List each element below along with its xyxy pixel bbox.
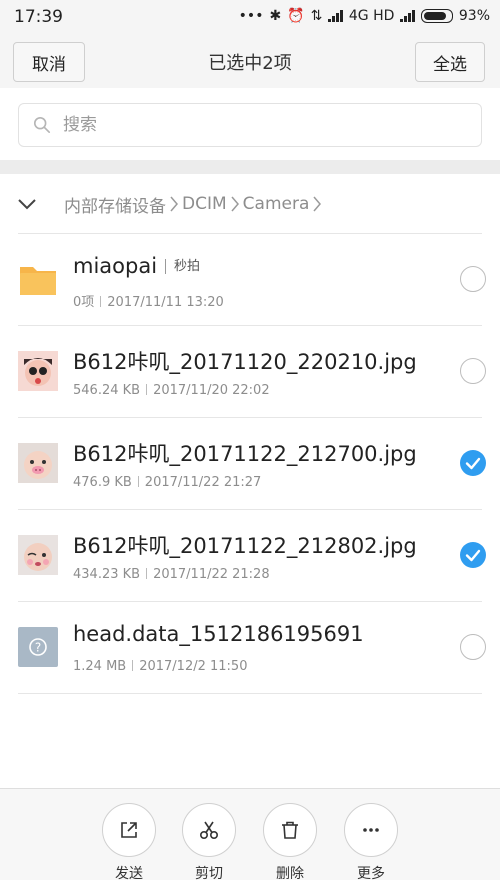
select-checkbox-checked[interactable] xyxy=(460,450,486,476)
list-item[interactable]: miaopai 秒拍 0项 2017/11/11 13:20 xyxy=(18,234,486,326)
chevron-right-icon xyxy=(313,196,322,212)
checkmark-icon xyxy=(465,549,481,562)
delete-action[interactable]: 删除 xyxy=(263,803,317,883)
breadcrumb-item-dcim[interactable]: DCIM xyxy=(182,194,227,214)
bottom-action-bar: 发送 剪切 删除 更多 xyxy=(0,788,500,883)
section-divider xyxy=(0,160,500,174)
status-time: 17:39 xyxy=(14,7,63,27)
more-action[interactable]: 更多 xyxy=(344,803,398,883)
folder-tag: 秒拍 xyxy=(165,259,201,274)
search-icon xyxy=(33,116,51,134)
status-indicators: ••• ✱ ⏰ ⇅ 4G HD 93% xyxy=(239,8,490,24)
network-type: 4G HD xyxy=(348,8,395,24)
file-name: B612咔叽_20171122_212802.jpg xyxy=(73,534,417,558)
file-size: 546.24 KB xyxy=(73,383,141,398)
file-size: 476.9 KB xyxy=(73,475,132,490)
select-checkbox[interactable] xyxy=(460,634,486,660)
file-meta: 0项 2017/11/11 13:20 xyxy=(73,291,224,310)
search-box[interactable] xyxy=(18,103,482,147)
file-date: 2017/11/22 21:28 xyxy=(153,567,270,582)
file-meta: 546.24 KB 2017/11/20 22:02 xyxy=(73,383,270,398)
chevron-down-icon[interactable] xyxy=(16,193,38,215)
image-thumbnail xyxy=(18,351,58,391)
data-transfer-icon: ⇅ xyxy=(310,8,323,24)
file-list: miaopai 秒拍 0项 2017/11/11 13:20 B612咔叽_2017… xyxy=(0,234,500,694)
file-name: B612咔叽_20171120_220210.jpg xyxy=(73,350,417,374)
file-size: 0项 xyxy=(73,295,95,310)
share-icon xyxy=(121,822,137,838)
more-icon xyxy=(363,828,379,832)
delete-label: 删除 xyxy=(276,866,304,882)
signal-icon xyxy=(328,10,343,22)
send-label: 发送 xyxy=(115,866,143,882)
search-area xyxy=(0,88,500,160)
search-input[interactable] xyxy=(61,114,445,136)
list-item[interactable]: B612咔叽_20171122_212802.jpg 434.23 KB 2017… xyxy=(18,510,486,602)
select-checkbox[interactable] xyxy=(460,266,486,292)
more-button[interactable] xyxy=(344,803,398,857)
send-action[interactable]: 发送 xyxy=(102,803,156,883)
cut-button[interactable] xyxy=(182,803,236,857)
chevron-right-icon xyxy=(231,196,239,212)
image-thumbnail xyxy=(18,535,58,575)
file-date: 2017/11/11 13:20 xyxy=(107,295,224,310)
breadcrumb: 内部存储设备 DCIM Camera xyxy=(0,174,500,234)
unknown-file-icon: ? xyxy=(18,627,58,667)
cut-label: 剪切 xyxy=(195,866,223,882)
battery-icon xyxy=(420,9,453,23)
chevron-right-icon xyxy=(170,196,178,212)
file-meta: 1.24 MB 2017/12/2 11:50 xyxy=(73,659,247,674)
breadcrumb-path: 内部存储设备 DCIM Camera xyxy=(64,192,325,217)
file-meta: 476.9 KB 2017/11/22 21:27 xyxy=(73,475,261,490)
select-checkbox-checked[interactable] xyxy=(460,542,486,568)
scissors-icon xyxy=(199,821,219,840)
select-all-button[interactable]: 全选 xyxy=(415,42,485,82)
file-name: B612咔叽_20171122_212700.jpg xyxy=(73,442,417,466)
delete-button[interactable] xyxy=(263,803,317,857)
send-button[interactable] xyxy=(102,803,156,857)
list-item[interactable]: B612咔叽_20171122_212700.jpg 476.9 KB 2017/… xyxy=(18,418,486,510)
file-meta: 434.23 KB 2017/11/22 21:28 xyxy=(73,567,270,582)
trash-icon xyxy=(282,821,298,839)
file-date: 2017/11/20 22:02 xyxy=(153,383,270,398)
select-checkbox[interactable] xyxy=(460,358,486,384)
bluetooth-icon: ✱ xyxy=(269,8,282,24)
signal-icon-2 xyxy=(400,10,415,22)
list-item[interactable]: ? head.data_1512186195691 1.24 MB 2017/12… xyxy=(18,602,486,694)
notification-dots-icon: ••• xyxy=(238,8,264,24)
file-name: head.data_1512186195691 xyxy=(73,622,364,646)
file-date: 2017/11/22 21:27 xyxy=(144,475,262,490)
checkmark-icon xyxy=(465,457,481,470)
alarm-icon: ⏰ xyxy=(287,8,305,24)
breadcrumb-item-camera[interactable]: Camera xyxy=(243,194,310,214)
folder-icon xyxy=(20,267,56,295)
image-thumbnail xyxy=(18,443,58,483)
more-label: 更多 xyxy=(357,866,385,882)
selection-header: 取消 已选中2项 全选 xyxy=(0,36,500,88)
svg-text:?: ? xyxy=(35,641,41,655)
cut-action[interactable]: 剪切 xyxy=(182,803,236,883)
file-date: 2017/12/2 11:50 xyxy=(139,659,248,674)
list-item[interactable]: B612咔叽_20171120_220210.jpg 546.24 KB 2017… xyxy=(18,326,486,418)
file-name: miaopai 秒拍 xyxy=(73,254,201,278)
battery-level: 93% xyxy=(458,8,490,24)
breadcrumb-item-storage[interactable]: 内部存储设备 xyxy=(64,192,166,217)
file-size: 1.24 MB xyxy=(73,659,127,674)
status-bar: 17:39 ••• ✱ ⏰ ⇅ 4G HD 93% xyxy=(0,0,500,36)
file-size: 434.23 KB xyxy=(73,567,141,582)
